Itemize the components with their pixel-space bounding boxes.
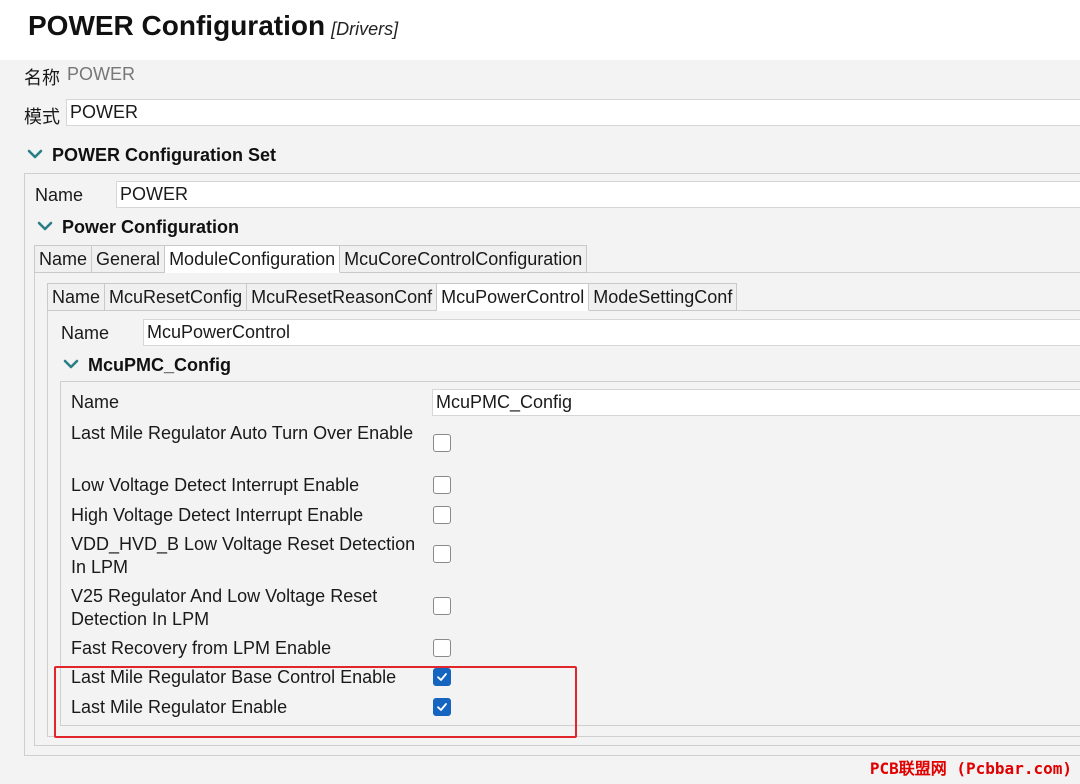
name-value: POWER (67, 64, 136, 84)
module-configuration-tabs: Name McuResetConfig McuResetReasonConf M… (47, 283, 738, 311)
param-checkbox[interactable] (433, 639, 451, 657)
section-title: POWER Configuration Set (52, 145, 276, 165)
tab-mcu-reset-config[interactable]: McuResetConfig (105, 283, 248, 311)
tab-mcu-reset-reason-conf[interactable]: McuResetReasonConf (247, 283, 438, 311)
param-label: V25 Regulator And Low Voltage Reset Dete… (71, 586, 378, 629)
config-set-name-label: Name (35, 185, 84, 205)
param-checkbox[interactable] (433, 506, 451, 524)
tab-mcu-power-control[interactable]: McuPowerControl (437, 283, 590, 311)
tab-mode-setting-conf[interactable]: ModeSettingConf (589, 283, 738, 311)
param-label: Fast Recovery from LPM Enable (71, 638, 332, 658)
param-label: VDD_HVD_B Low Voltage Reset Detection In… (71, 534, 416, 577)
param-checkbox[interactable] (433, 476, 451, 494)
power-control-name-label: Name (61, 323, 110, 343)
mode-field[interactable]: POWER (66, 99, 1080, 126)
pmc-name-field[interactable]: McuPMC_Config (432, 389, 1080, 416)
watermark: PCB联盟网 (Pcbbar.com) (869, 759, 1072, 778)
section-power-configuration[interactable]: Power Configuration (36, 217, 239, 238)
power-configuration-tabs: Name General ModuleConfiguration McuCore… (34, 245, 588, 273)
mode-label: 模式 (24, 107, 60, 127)
power-control-name-field[interactable]: McuPowerControl (143, 319, 1080, 346)
name-label: 名称 (24, 68, 60, 88)
param-checkbox[interactable] (433, 597, 451, 615)
section-mcu-pmc-config[interactable]: McuPMC_Config (62, 355, 231, 376)
chevron-down-icon (37, 221, 53, 231)
param-label: Last Mile Regulator Auto Turn Over Enabl… (71, 423, 414, 443)
param-label: High Voltage Detect Interrupt Enable (71, 505, 364, 525)
param-checkbox[interactable] (433, 434, 451, 452)
tab-name[interactable]: Name (47, 283, 106, 311)
section-title: McuPMC_Config (88, 355, 231, 375)
param-checkbox[interactable] (433, 545, 451, 563)
tab-name[interactable]: Name (34, 245, 93, 273)
config-set-name-field[interactable]: POWER (116, 181, 1080, 208)
pmc-name-label: Name (71, 392, 120, 412)
chevron-down-icon (27, 149, 43, 159)
tab-module-configuration[interactable]: ModuleConfiguration (165, 245, 341, 273)
tab-general[interactable]: General (92, 245, 166, 273)
page-subtitle: [Drivers] (331, 19, 399, 39)
param-label: Low Voltage Detect Interrupt Enable (71, 475, 360, 495)
chevron-down-icon (63, 359, 79, 369)
section-title: Power Configuration (62, 217, 239, 237)
tab-mcu-core-control-configuration[interactable]: McuCoreControlConfiguration (340, 245, 588, 273)
section-power-configuration-set[interactable]: POWER Configuration Set (26, 145, 276, 166)
highlight-annotation (54, 666, 577, 738)
page-title: POWER Configuration [Drivers] (28, 10, 399, 41)
